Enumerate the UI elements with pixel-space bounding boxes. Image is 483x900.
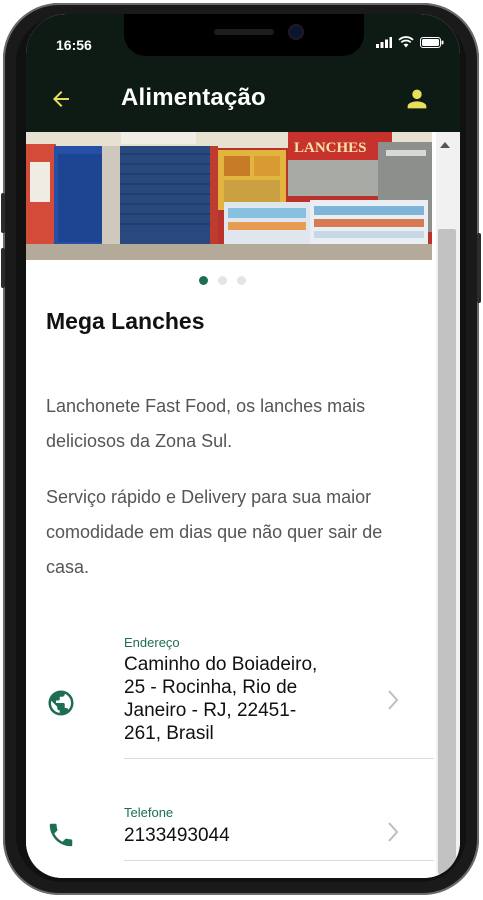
back-arrow-icon xyxy=(53,91,69,107)
carousel-dot-2[interactable] xyxy=(218,276,227,285)
storefront-image: LANCHES xyxy=(26,132,432,260)
address-divider xyxy=(124,758,434,759)
phone-label: Telefone xyxy=(124,805,174,820)
address-line-1: Caminho do Boiadeiro, xyxy=(124,654,318,675)
volume-up-button xyxy=(1,193,5,233)
back-button[interactable] xyxy=(46,84,76,114)
address-row[interactable]: Endereço Caminho do Boiadeiro, 25 - Roci… xyxy=(26,622,436,772)
content-area: LANCHES Mega Lanches Lanchonete Fast Foo… xyxy=(26,132,436,878)
wifi-icon xyxy=(398,36,414,48)
person-icon xyxy=(407,89,427,109)
address-line-2: 25 - Rocinha, Rio de xyxy=(124,677,298,698)
address-value: Caminho do Boiadeiro, 25 - Rocinha, Rio … xyxy=(124,653,354,745)
app-bar: Alimentação xyxy=(26,64,460,132)
address-label: Endereço xyxy=(124,635,180,650)
profile-button[interactable] xyxy=(402,84,432,114)
speaker xyxy=(214,29,274,35)
page-title: Alimentação xyxy=(121,84,266,111)
carousel-dot-3[interactable] xyxy=(237,276,246,285)
status-icons xyxy=(376,36,444,48)
chevron-right-icon xyxy=(388,822,399,842)
screen: 16:56 Alimentação LANCHES Mega Lanches L… xyxy=(26,14,460,878)
globe-icon xyxy=(48,690,74,716)
volume-down-button xyxy=(1,248,5,288)
scroll-up-arrow-icon[interactable] xyxy=(440,142,450,148)
place-photo[interactable]: LANCHES xyxy=(26,132,432,260)
carousel-indicator xyxy=(199,276,246,285)
phone-value: 2133493044 xyxy=(124,825,230,846)
phone-icon xyxy=(49,823,73,847)
power-button xyxy=(477,233,481,303)
phone-row[interactable]: Telefone 2133493044 xyxy=(26,792,436,872)
carousel-dot-1[interactable] xyxy=(199,276,208,285)
place-description-1: Lanchonete Fast Food, os lanches mais de… xyxy=(46,396,366,451)
notch xyxy=(124,14,364,56)
address-line-4: 261, Brasil xyxy=(124,723,214,744)
place-name: Mega Lanches xyxy=(46,308,205,334)
place-description-2: Serviço rápido e Delivery para sua maior… xyxy=(46,487,383,577)
svg-text:LANCHES: LANCHES xyxy=(294,140,367,156)
battery-icon xyxy=(420,36,444,48)
front-camera xyxy=(290,26,302,38)
address-line-3: Janeiro - RJ, 22451- xyxy=(124,700,297,721)
status-bar: 16:56 xyxy=(26,14,460,64)
scrollbar-thumb[interactable] xyxy=(438,229,456,874)
chevron-right-icon xyxy=(388,690,399,710)
signal-icon xyxy=(376,36,392,48)
phone-divider xyxy=(124,860,434,861)
status-time: 16:56 xyxy=(56,37,92,53)
